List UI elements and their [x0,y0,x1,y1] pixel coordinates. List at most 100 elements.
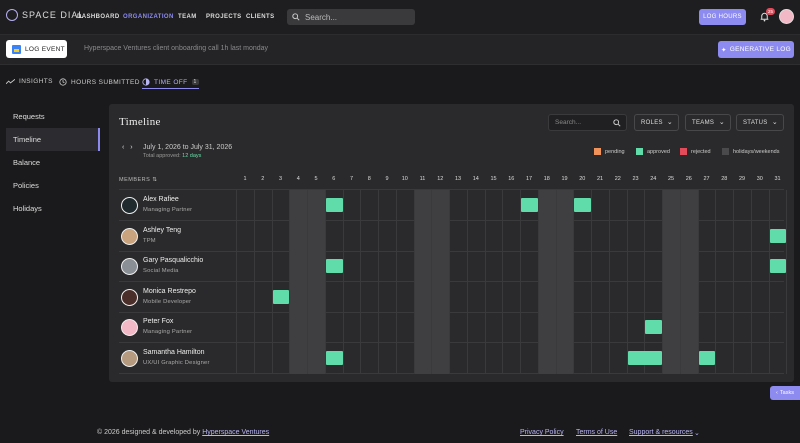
day-cell[interactable] [431,251,449,282]
sidebar-item-policies[interactable]: Policies [6,174,100,197]
company-link[interactable]: Hyperspace Ventures [202,429,269,436]
day-cell[interactable] [520,251,538,282]
day-cell[interactable] [307,220,325,252]
day-cell[interactable] [378,220,396,252]
day-cell[interactable] [697,281,716,313]
day-cell[interactable] [537,281,556,313]
day-cell[interactable] [662,312,680,343]
day-cell[interactable] [608,342,627,374]
day-cell[interactable] [573,342,591,374]
day-cell[interactable] [271,190,290,221]
approved-timeoff-bar[interactable] [325,350,343,365]
day-cell[interactable] [626,220,645,252]
chevron-right-icon[interactable]: › [130,144,132,151]
day-cell[interactable] [555,281,574,313]
user-avatar[interactable] [779,9,794,24]
approved-timeoff-bar[interactable] [769,259,787,273]
day-cell[interactable] [768,342,787,374]
day-cell[interactable] [253,342,272,374]
day-cell[interactable] [484,251,503,282]
day-cell[interactable] [342,220,361,252]
day-cell[interactable] [413,190,432,221]
day-cell[interactable] [484,190,503,221]
day-cell[interactable] [697,251,716,282]
day-cell[interactable] [378,251,396,282]
day-cell[interactable] [413,220,432,252]
day-cell[interactable] [733,281,751,313]
day-cell[interactable] [413,281,432,313]
day-cell[interactable] [502,251,520,282]
sidebar-item-timeline[interactable]: Timeline [6,128,100,151]
day-cell[interactable] [502,312,520,343]
day-cell[interactable] [342,251,361,282]
day-cell[interactable] [679,190,698,221]
day-cell[interactable] [324,312,343,343]
day-cell[interactable] [431,312,449,343]
day-cell[interactable] [608,281,627,313]
day-cell[interactable] [608,190,627,221]
day-cell[interactable] [271,251,290,282]
day-cell[interactable] [537,251,556,282]
log-hours-button[interactable]: LOG HOURS [699,9,746,25]
app-logo[interactable]: SPACE DIAL [6,9,84,21]
day-cell[interactable] [431,220,449,252]
day-cell[interactable] [555,190,574,221]
day-cell[interactable] [236,312,254,343]
day-cell[interactable] [466,281,485,313]
support-link[interactable]: Support & resources [629,429,693,436]
day-cell[interactable] [573,251,591,282]
day-cell[interactable] [289,251,307,282]
day-cell[interactable] [378,342,396,374]
terms-link[interactable]: Terms of Use [576,429,617,436]
day-cell[interactable] [715,251,733,282]
day-cell[interactable] [289,190,307,221]
day-cell[interactable] [537,342,556,374]
day-cell[interactable] [591,342,609,374]
day-cell[interactable] [466,220,485,252]
tab-hours-submitted[interactable]: HOURS SUBMITTED [59,78,140,86]
sidebar-item-balance[interactable]: Balance [6,151,100,174]
day-cell[interactable] [271,312,290,343]
status-filter[interactable]: STATUS ⌄ [736,114,784,131]
day-cell[interactable] [768,312,787,343]
day-cell[interactable] [431,342,449,374]
tasks-button[interactable]: ‹ Tasks [770,386,800,400]
day-cell[interactable] [750,281,769,313]
day-cell[interactable] [662,251,680,282]
day-cell[interactable] [502,281,520,313]
day-cell[interactable] [626,190,645,221]
day-cell[interactable] [608,220,627,252]
day-cell[interactable] [555,342,574,374]
day-cell[interactable] [360,251,378,282]
day-cell[interactable] [307,190,325,221]
day-cell[interactable] [484,342,503,374]
day-cell[interactable] [289,220,307,252]
search-input[interactable]: Search... [287,9,415,25]
day-cell[interactable] [573,312,591,343]
nav-projects[interactable]: PROJECTS [206,14,242,20]
day-cell[interactable] [644,281,662,313]
day-cell[interactable] [395,312,414,343]
approved-timeoff-bar[interactable] [325,259,343,273]
day-cell[interactable] [307,342,325,374]
day-cell[interactable] [449,190,467,221]
approved-timeoff-bar[interactable] [698,350,716,365]
day-cell[interactable] [591,220,609,252]
day-cell[interactable] [733,251,751,282]
day-cell[interactable] [466,251,485,282]
day-cell[interactable] [378,190,396,221]
day-cell[interactable] [289,342,307,374]
day-cell[interactable] [733,312,751,343]
day-cell[interactable] [750,220,769,252]
approved-timeoff-bar[interactable] [272,289,290,304]
member-name[interactable]: Samantha Hamilton [143,349,204,356]
day-cell[interactable] [253,251,272,282]
day-cell[interactable] [342,281,361,313]
day-cell[interactable] [644,220,662,252]
day-cell[interactable] [466,190,485,221]
day-cell[interactable] [466,312,485,343]
day-cell[interactable] [466,342,485,374]
sidebar-item-holidays[interactable]: Holidays [6,197,100,220]
day-cell[interactable] [449,220,467,252]
day-cell[interactable] [484,281,503,313]
